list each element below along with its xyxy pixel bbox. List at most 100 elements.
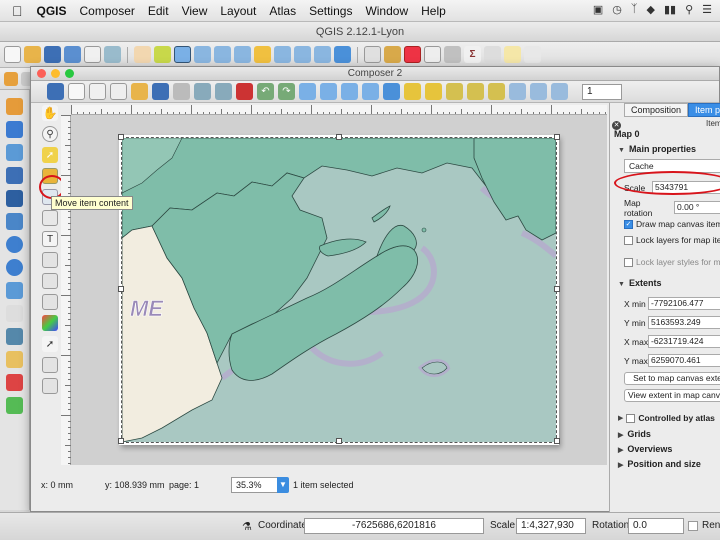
new-gpx-layer-icon[interactable] [6, 397, 23, 414]
atlas-preview-icon[interactable] [509, 83, 526, 100]
xmax-input[interactable]: -6231719.424 [648, 335, 720, 348]
load-template-icon[interactable] [131, 83, 148, 100]
zoom-to-layer-icon[interactable] [274, 46, 291, 63]
wifi-icon[interactable]: ◆ [646, 3, 654, 16]
main-properties-header[interactable]: ▼ Main properties [610, 144, 720, 156]
add-oracle-icon[interactable] [6, 213, 23, 230]
coordinate-field[interactable]: -7625686,6201816 [304, 518, 484, 534]
zoom-full-icon[interactable] [299, 83, 316, 100]
zoom-to-selection-icon[interactable] [254, 46, 271, 63]
tab-composition[interactable]: Composition [624, 103, 689, 117]
zoom-100-icon[interactable] [362, 83, 379, 100]
atlas-first-icon[interactable] [530, 83, 547, 100]
refresh-icon[interactable] [334, 46, 351, 63]
new-composer-icon[interactable] [84, 46, 101, 63]
add-shape-icon[interactable] [42, 294, 58, 310]
overviews-header[interactable]: ▶ Overviews [610, 444, 720, 456]
add-arrow-icon[interactable]: ➚ [42, 336, 58, 352]
close-panel-icon[interactable]: ✕ [612, 121, 621, 130]
save-as-icon[interactable] [64, 46, 81, 63]
coordinate-toggle-icon[interactable]: ⚗ [242, 520, 252, 533]
atlas-page-input[interactable]: 1 [582, 83, 622, 100]
add-attribute-table-icon[interactable] [42, 357, 58, 373]
select-move-item-icon[interactable]: ➚ [42, 147, 58, 163]
set-to-map-canvas-button[interactable]: Set to map canvas extent [624, 372, 720, 385]
save-as-template-icon[interactable] [152, 83, 169, 100]
map-tips-icon[interactable] [504, 46, 521, 63]
pan-tool-icon[interactable]: ✋ [42, 105, 58, 121]
search-icon[interactable]: ⚲ [685, 3, 693, 16]
zoom-out-icon[interactable] [194, 46, 211, 63]
align-items-icon[interactable] [488, 83, 505, 100]
resize-handle-se[interactable] [554, 438, 560, 444]
add-postgis-icon[interactable] [6, 144, 23, 161]
refresh-view-icon[interactable] [383, 83, 400, 100]
resize-handle-e[interactable] [554, 286, 560, 292]
zoom-tool-icon[interactable]: ⚲ [42, 126, 58, 142]
time-machine-icon[interactable]: ◷ [612, 3, 622, 16]
menu-help[interactable]: Help [421, 4, 446, 18]
add-vector-layer-icon[interactable] [6, 98, 23, 115]
resize-handle-sw[interactable] [118, 438, 124, 444]
lock-items-icon[interactable] [404, 83, 421, 100]
lock-layers-checkbox[interactable]: Lock layers for map item [610, 232, 720, 248]
current-edits-icon[interactable] [4, 71, 18, 86]
save-template-icon[interactable] [47, 83, 64, 100]
resize-handle-ne[interactable] [554, 134, 560, 140]
map-item[interactable]: ME [121, 137, 557, 443]
unlock-items-icon[interactable] [425, 83, 442, 100]
menu-atlas[interactable]: Atlas [269, 4, 296, 18]
new-spatialite-layer-icon[interactable] [6, 374, 23, 391]
bluetooth-icon[interactable]: ᛉ [631, 3, 638, 16]
undo-icon[interactable]: ↶ [257, 83, 274, 100]
atlas-prev-icon[interactable] [551, 83, 568, 100]
field-calculator-icon[interactable] [444, 46, 461, 63]
deselect-icon[interactable] [404, 46, 421, 63]
resize-handle-n[interactable] [336, 134, 342, 140]
pan-to-selection-icon[interactable] [154, 46, 171, 63]
new-shapefile-icon[interactable] [6, 351, 23, 368]
composer-canvas[interactable]: ME [71, 115, 607, 465]
redo-icon[interactable]: ↷ [278, 83, 295, 100]
add-wms-icon[interactable] [6, 236, 23, 253]
composer-manager-icon[interactable] [104, 46, 121, 63]
add-virtual-layer-icon[interactable] [6, 328, 23, 345]
menu-settings[interactable]: Settings [309, 4, 352, 18]
resize-handle-nw[interactable] [118, 134, 124, 140]
menu-view[interactable]: View [182, 4, 208, 18]
zoom-in-icon[interactable] [174, 46, 191, 63]
identify-features-icon[interactable] [364, 46, 381, 63]
menu-window[interactable]: Window [365, 4, 408, 18]
add-polygon-icon[interactable] [42, 315, 58, 331]
add-label-icon[interactable]: T [42, 231, 58, 247]
export-svg-icon[interactable] [215, 83, 232, 100]
zoom-in-icon[interactable] [320, 83, 337, 100]
position-size-header[interactable]: ▶ Position and size [610, 459, 720, 471]
zoom-last-icon[interactable] [294, 46, 311, 63]
ymin-input[interactable]: 5163593.249 [648, 316, 720, 329]
tab-item-properties[interactable]: Item properties [688, 103, 720, 117]
zoom-full-icon[interactable] [234, 46, 251, 63]
menu-layout[interactable]: Layout [220, 4, 256, 18]
apple-menu-icon[interactable]:  [12, 3, 23, 19]
add-spatialite-icon[interactable] [6, 167, 23, 184]
zoom-native-icon[interactable] [214, 46, 231, 63]
add-image-icon[interactable] [42, 210, 58, 226]
add-delimited-text-icon[interactable] [6, 305, 23, 322]
controlled-by-atlas-group[interactable]: ▶ Controlled by atlas [610, 410, 720, 426]
composer-manager-icon[interactable] [110, 83, 127, 100]
select-features-icon[interactable] [384, 46, 401, 63]
add-wfs-icon[interactable] [6, 282, 23, 299]
battery-icon[interactable]: ▮▮ [664, 3, 676, 16]
lock-styles-checkbox[interactable]: Lock layer styles for map item [610, 254, 720, 270]
annotation-icon[interactable] [524, 46, 541, 63]
add-html-frame-icon[interactable] [42, 378, 58, 394]
statistics-icon[interactable]: Σ [464, 46, 481, 63]
resize-handle-w[interactable] [118, 286, 124, 292]
resize-handle-s[interactable] [336, 438, 342, 444]
save-project-icon[interactable] [44, 46, 61, 63]
new-composer-icon[interactable] [68, 83, 85, 100]
open-project-icon[interactable] [24, 46, 41, 63]
zoom-next-icon[interactable] [314, 46, 331, 63]
extents-header[interactable]: ▼ Extents [610, 278, 720, 290]
